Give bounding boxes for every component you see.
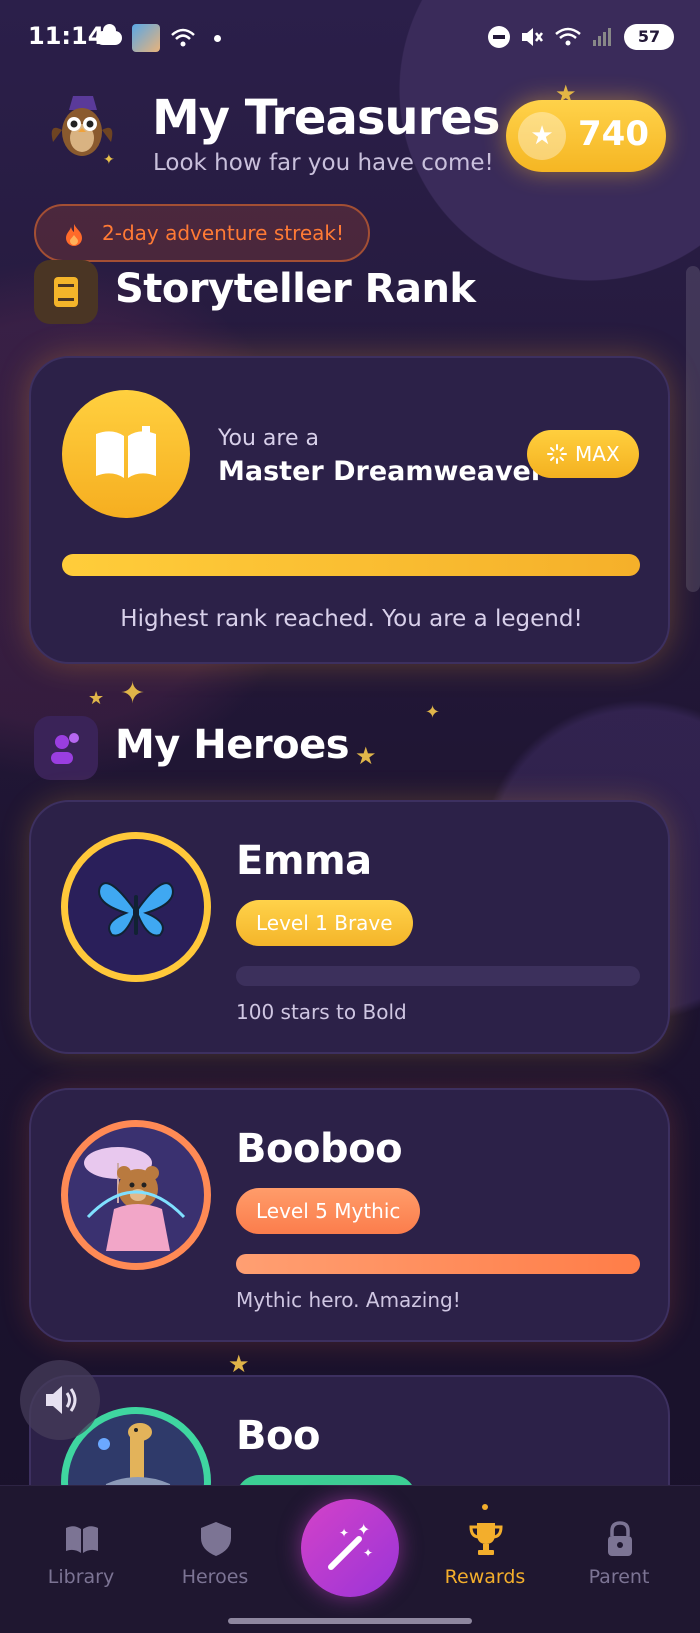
max-label: MAX — [575, 442, 620, 466]
home-indicator — [228, 1618, 472, 1624]
active-indicator-dot — [482, 1504, 488, 1510]
coin-count: 740 — [578, 114, 649, 154]
book-icon — [66, 1526, 98, 1553]
rank-badge — [62, 390, 190, 518]
hero-level-badge: Level 1 Brave — [236, 900, 413, 946]
streak-label: 2-day adventure streak! — [102, 221, 345, 245]
svg-text:✦: ✦ — [363, 1546, 373, 1560]
book-closed-icon — [54, 277, 78, 307]
page-subtitle: Look how far you have come! — [153, 150, 494, 176]
magic-wand-icon: ✦ ✦ ✦ — [328, 1520, 373, 1570]
notification-dot-icon — [214, 34, 221, 42]
coin-balance-button[interactable]: ★ 740 — [506, 100, 666, 172]
shield-icon — [201, 1522, 231, 1556]
cloud-icon — [96, 24, 122, 45]
heroes-section-header: My Heroes — [0, 716, 700, 782]
battery-indicator: 57 — [624, 24, 674, 50]
nav-item-library[interactable]: Library — [21, 1516, 141, 1596]
open-book-icon — [96, 426, 156, 478]
svg-text:✦: ✦ — [103, 152, 115, 166]
hero-progress-bar — [236, 966, 640, 986]
mute-icon — [522, 28, 543, 46]
hero-avatar — [61, 1120, 211, 1270]
rank-section-title: Storyteller Rank — [115, 266, 476, 312]
rank-message: Highest rank reached. You are a legend! — [120, 606, 583, 632]
people-icon — [51, 733, 79, 764]
sound-toggle-button[interactable] — [20, 1360, 100, 1440]
wifi-signal-icon — [555, 27, 581, 46]
nav-label: Library — [47, 1566, 115, 1588]
hero-progress-fill — [236, 1254, 640, 1274]
owl-mascot-icon: ✦ — [51, 96, 115, 166]
rank-prefix: You are a — [218, 426, 319, 451]
hero-card[interactable]: Booboo Level 5 Mythic Mythic hero. Amazi… — [29, 1088, 670, 1342]
hero-name: Boo — [236, 1413, 320, 1459]
hero-card[interactable]: Emma Level 1 Brave 100 stars to Bold — [29, 800, 670, 1054]
streak-badge: 2-day adventure streak! — [34, 204, 370, 262]
rank-name: Master Dreamweaver — [218, 456, 545, 487]
butterfly-icon — [98, 882, 174, 937]
hero-avatar — [61, 832, 211, 982]
hero-name: Booboo — [236, 1126, 403, 1172]
svg-text:✦: ✦ — [339, 1526, 349, 1540]
nav-item-parent[interactable]: Parent — [559, 1516, 679, 1596]
trophy-icon — [469, 1523, 503, 1555]
lock-icon — [608, 1521, 632, 1556]
scrollbar[interactable] — [686, 266, 700, 592]
hero-message: Mythic hero. Amazing! — [236, 1288, 461, 1312]
heroes-section-icon — [34, 716, 98, 780]
nav-item-heroes[interactable]: Heroes — [155, 1516, 275, 1596]
bottom-nav: Library Heroes ✦ ✦ ✦ Rewards Parent — [0, 1485, 700, 1633]
heroes-section-title: My Heroes — [115, 722, 350, 768]
hero-level-badge: Level 5 Mythic — [236, 1188, 421, 1234]
dnd-icon — [488, 26, 510, 48]
star-icon: ★ — [518, 112, 566, 160]
bear-icon — [84, 1147, 186, 1251]
wifi-icon — [171, 28, 195, 47]
rank-progress-bar — [62, 554, 640, 576]
sparkle-icon: ★ — [88, 688, 105, 709]
flame-icon — [66, 224, 82, 246]
cell-signal-icon — [593, 28, 611, 46]
rank-section-icon — [34, 260, 98, 324]
status-time: 11:14 — [28, 22, 105, 50]
nav-label: Rewards — [444, 1566, 526, 1588]
rank-card: You are a Master Dreamweaver MAX Highest… — [29, 356, 670, 664]
svg-text:✦: ✦ — [357, 1520, 370, 1539]
status-bar: 11:14 57 — [0, 0, 700, 76]
page-header: ✦ My Treasures Look how far you have com… — [0, 80, 700, 190]
hero-progress-bar — [236, 1254, 640, 1274]
speaker-icon — [46, 1386, 77, 1414]
max-rank-badge: MAX — [527, 430, 639, 478]
sparkle-icon: ★ — [228, 1350, 250, 1378]
notification-avatar-icon — [132, 24, 160, 52]
loading-spinner-icon — [547, 444, 567, 464]
nav-item-rewards[interactable]: Rewards — [425, 1504, 545, 1596]
sparkle-icon: ✦ — [120, 676, 146, 711]
hero-name: Emma — [236, 838, 372, 884]
nav-label: Parent — [588, 1566, 650, 1588]
hero-message: 100 stars to Bold — [236, 1000, 407, 1024]
page-title: My Treasures — [152, 90, 500, 146]
rank-section-header: Storyteller Rank — [0, 260, 700, 326]
nav-label: Heroes — [181, 1566, 249, 1588]
create-story-button[interactable]: ✦ ✦ ✦ — [301, 1499, 399, 1597]
